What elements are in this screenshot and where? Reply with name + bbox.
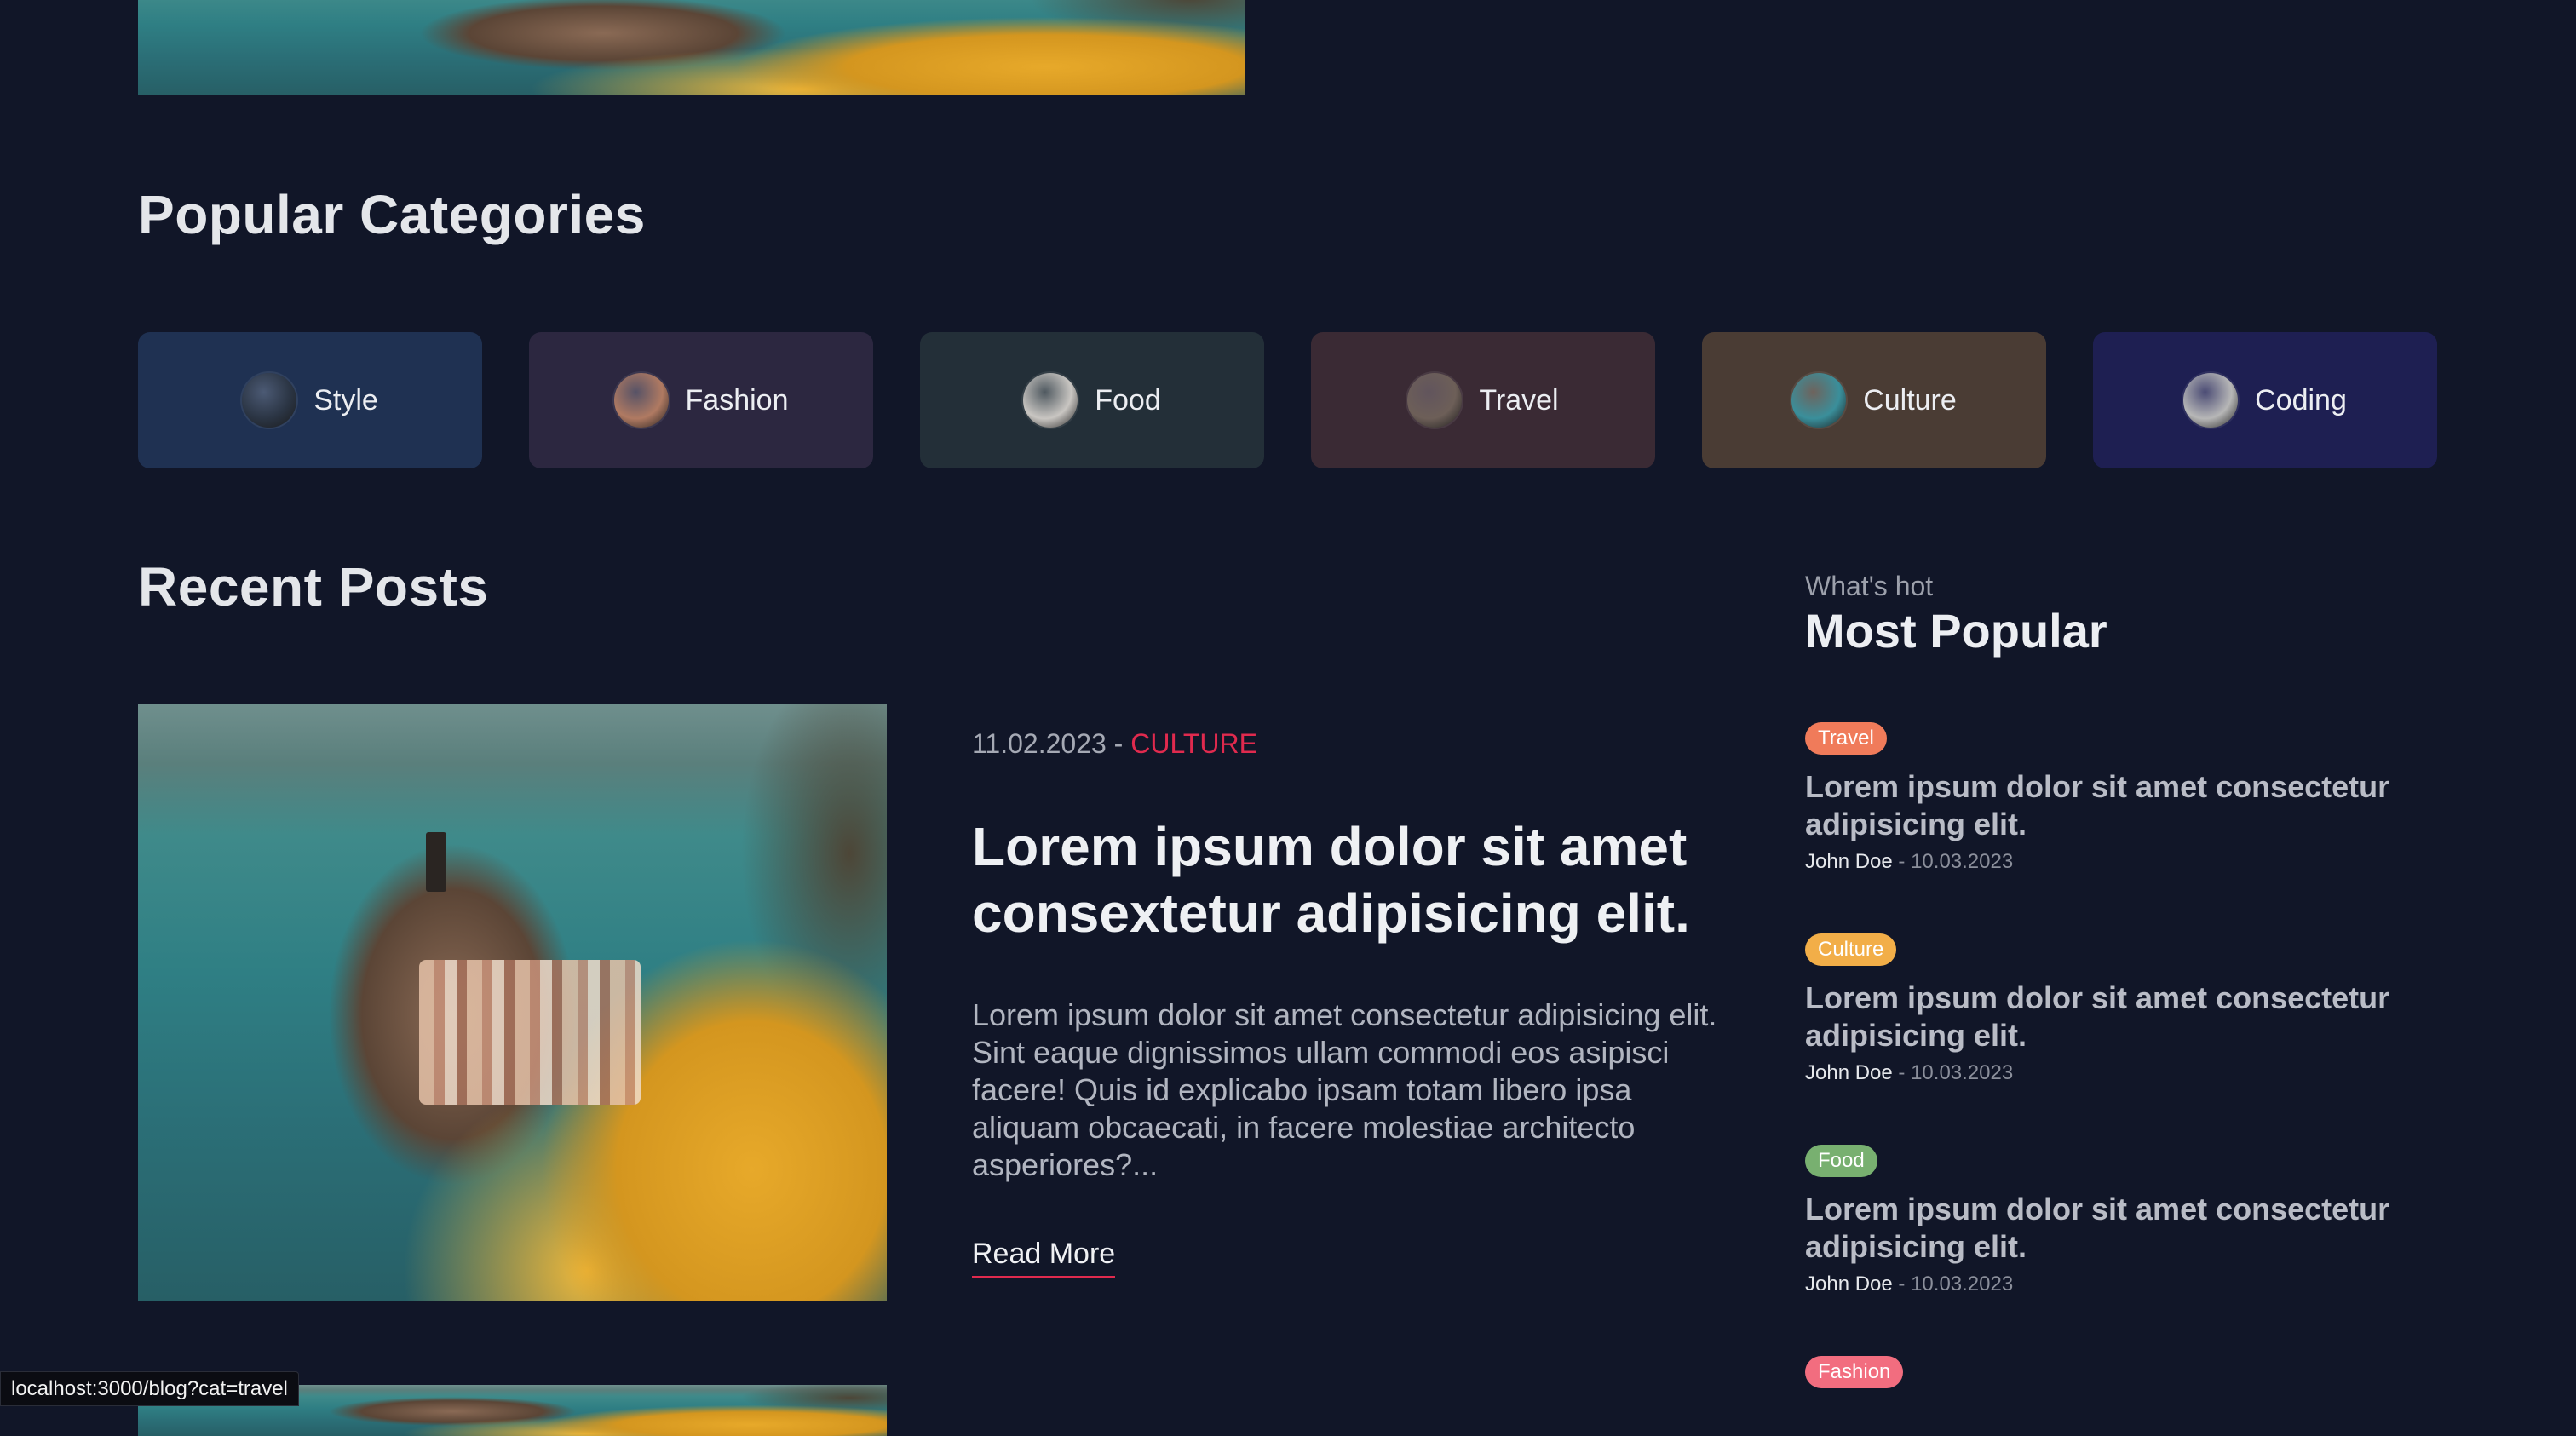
post-excerpt: Lorem ipsum dolor sit amet consectetur a…: [972, 997, 1717, 1182]
post-meta: 11.02.2023 - CULTURE: [972, 728, 1257, 760]
category-coding-label: Coding: [2255, 383, 2347, 416]
category-style-avatar: [242, 373, 297, 428]
popular-item-date: - 10.03.2023: [1892, 1061, 2014, 1084]
popular-item[interactable]: Culture Lorem ipsum dolor sit amet conse…: [1805, 933, 2487, 1085]
popular-item-title[interactable]: Lorem ipsum dolor sit amet consectetur a…: [1805, 768, 2452, 843]
popular-item-author: John Doe: [1805, 1061, 1893, 1084]
category-culture-avatar: [1791, 373, 1847, 428]
category-food-avatar: [1023, 373, 1078, 428]
category-fashion-avatar: [613, 373, 669, 428]
category-food[interactable]: Food: [920, 332, 1264, 468]
popular-item-meta: John Doe - 10.03.2023: [1805, 1272, 2487, 1296]
sidebar-kicker: What's hot: [1805, 571, 1934, 601]
popular-item-tag[interactable]: Culture: [1805, 933, 1897, 966]
category-coding-avatar: [2183, 373, 2239, 428]
popular-item-title[interactable]: Lorem ipsum dolor sit amet consectetur a…: [1805, 979, 2452, 1054]
popular-item-title[interactable]: Lorem ipsum dolor sit amet consectetur a…: [1805, 1191, 2452, 1266]
popular-item[interactable]: Travel Lorem ipsum dolor sit amet consec…: [1805, 722, 2487, 874]
category-culture[interactable]: Culture: [1702, 332, 2046, 468]
popular-item-meta: John Doe - 10.03.2023: [1805, 1061, 2487, 1085]
category-food-label: Food: [1095, 383, 1161, 416]
popular-item-tag[interactable]: Food: [1805, 1145, 1877, 1177]
popular-categories-heading: Popular Categories: [138, 184, 646, 245]
category-coding[interactable]: Coding: [2093, 332, 2437, 468]
post-date: 11.02.2023 -: [972, 728, 1131, 759]
post-category[interactable]: CULTURE: [1130, 728, 1257, 759]
popular-item-author: John Doe: [1805, 850, 1893, 873]
browser-status-bar: localhost:3000/blog?cat=travel: [0, 1371, 299, 1406]
popular-item-meta: John Doe - 10.03.2023: [1805, 850, 2487, 874]
popular-item[interactable]: Fashion: [1805, 1356, 2487, 1388]
popular-item[interactable]: Food Lorem ipsum dolor sit amet consecte…: [1805, 1145, 2487, 1296]
popular-item-tag[interactable]: Travel: [1805, 722, 1887, 755]
post-image[interactable]: [138, 704, 887, 1301]
popular-item-tag[interactable]: Fashion: [1805, 1356, 1904, 1388]
category-fashion-label: Fashion: [685, 383, 789, 416]
category-travel-avatar: [1407, 373, 1463, 428]
categories-list: Style Fashion Food Travel Culture Coding: [138, 332, 2438, 468]
post-title[interactable]: Lorem ipsum dolor sit amet consextetur a…: [972, 813, 1739, 946]
popular-item-author: John Doe: [1805, 1272, 1893, 1295]
popular-item-date: - 10.03.2023: [1892, 1272, 2014, 1295]
category-style[interactable]: Style: [138, 332, 482, 468]
category-style-label: Style: [313, 383, 378, 416]
featured-post-image-top: [138, 0, 1245, 95]
popular-item-date: - 10.03.2023: [1892, 850, 2014, 873]
recent-posts-heading: Recent Posts: [138, 556, 489, 617]
most-popular-heading: Most Popular: [1805, 604, 2107, 658]
category-fashion[interactable]: Fashion: [529, 332, 873, 468]
read-more-link[interactable]: Read More: [972, 1238, 1116, 1278]
category-travel[interactable]: Travel: [1311, 332, 1655, 468]
category-travel-label: Travel: [1479, 383, 1559, 416]
category-culture-label: Culture: [1863, 383, 1957, 416]
